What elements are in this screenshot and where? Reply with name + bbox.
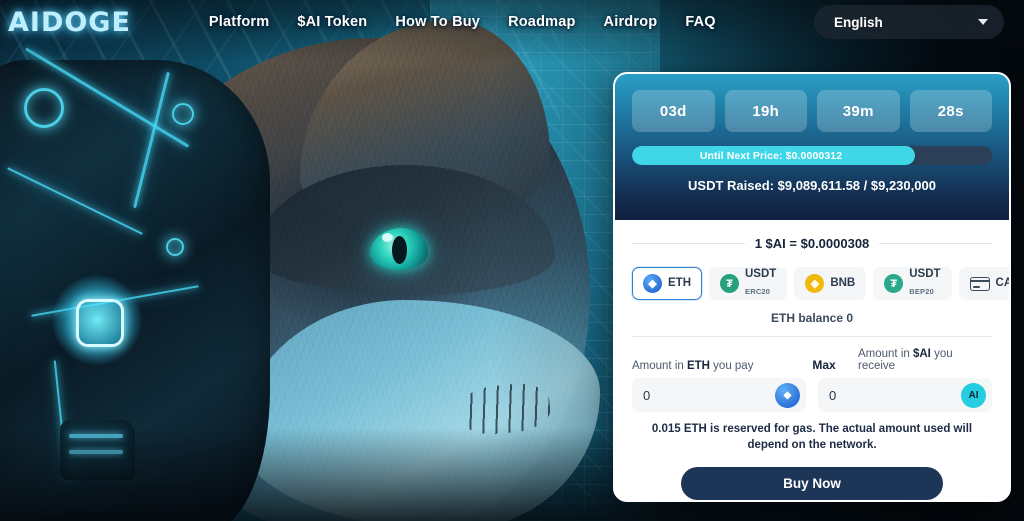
divider-right: [879, 243, 993, 244]
amount-inputs-row: ◆ AI: [632, 378, 992, 412]
pay-amount-input[interactable]: [643, 387, 775, 403]
nav-ai-token[interactable]: $AI Token: [297, 14, 367, 30]
nav-how-to-buy[interactable]: How To Buy: [395, 14, 480, 30]
payment-method-label: BNB: [830, 277, 856, 290]
section-divider: [632, 336, 992, 337]
usdt-raised-text: USDT Raised: $9,089,611.58 / $9,230,000: [688, 178, 936, 193]
eth-icon: ◆: [775, 382, 800, 408]
receive-amount-input[interactable]: [829, 387, 961, 403]
gas-reserve-note: 0.015 ETH is reserved for gas. The actua…: [651, 423, 973, 451]
nav-airdrop[interactable]: Airdrop: [604, 14, 658, 30]
payment-method-usdt-erc20[interactable]: ₮ USDT ERC20: [709, 267, 788, 300]
usdt-coin-icon: ₮: [884, 274, 904, 293]
pay-label-token: ETH: [686, 360, 710, 372]
presale-widget-body: 1 $AI = $0.0000308 ◆ ETH ₮ USDT ERC20 ◈: [615, 220, 1009, 500]
usdt-coin-icon: ₮: [720, 274, 739, 293]
nav-roadmap[interactable]: Roadmap: [508, 14, 575, 30]
receive-field-label: Amount in $AI you receive: [848, 348, 992, 372]
countdown-minutes: 39m: [817, 90, 900, 132]
max-button[interactable]: Max: [800, 358, 848, 372]
token-rate-text: 1 $AI = $0.0000308: [754, 236, 870, 251]
progress-bar-label: Until Next Price: $0.0000312: [699, 149, 843, 162]
payment-method-selector: ◆ ETH ₮ USDT ERC20 ◈ BNB ₮ USDT BEP20 CA: [632, 267, 1009, 300]
payment-method-eth[interactable]: ◆ ETH: [632, 267, 702, 300]
countdown-timer: 03d 19h 39m 28s: [632, 90, 992, 132]
payment-method-card[interactable]: CARD: [958, 267, 1011, 300]
pay-field-label: Amount in ETH you pay: [632, 360, 800, 372]
bnb-coin-icon: ◈: [805, 274, 825, 293]
nav-links: Platform $AI Token How To Buy Roadmap Ai…: [209, 14, 716, 30]
countdown-seconds: 28s: [909, 90, 992, 132]
pay-amount-field[interactable]: ◆: [632, 378, 806, 412]
top-navigation-bar: AIDOGE Platform $AI Token How To Buy Roa…: [0, 0, 1024, 44]
divider-left: [632, 243, 745, 244]
pay-label-suffix: you pay: [709, 360, 754, 372]
payment-method-label: CARD: [995, 277, 1011, 290]
countdown-hours: 19h: [724, 90, 807, 132]
token-rate-row: 1 $AI = $0.0000308: [632, 236, 993, 251]
presale-progress-bar: Until Next Price: $0.0000312: [632, 146, 992, 165]
payment-method-text: USDT BEP20: [909, 268, 940, 298]
presale-widget-header: 03d 19h 39m 28s Until Next Price: $0.000…: [615, 74, 1009, 220]
wallet-balance-text: ETH balance 0: [770, 311, 854, 325]
language-selector[interactable]: English: [814, 5, 1004, 39]
payment-method-label: USDT: [909, 268, 941, 281]
receive-label-token: $AI: [912, 348, 931, 360]
payment-method-sublabel: ERC20: [745, 286, 771, 296]
pay-label-prefix: Amount in: [632, 360, 687, 372]
language-selector-value: English: [834, 14, 883, 30]
nav-platform[interactable]: Platform: [209, 14, 269, 30]
receive-amount-field[interactable]: AI: [818, 378, 992, 412]
payment-method-label: ETH: [668, 277, 691, 290]
payment-method-bnb[interactable]: ◈ BNB: [794, 267, 867, 300]
payment-method-text: USDT ERC20: [745, 268, 776, 298]
nav-faq[interactable]: FAQ: [685, 14, 715, 30]
amount-labels-row: Amount in ETH you pay Max Amount in $AI …: [632, 348, 992, 372]
ai-token-icon: AI: [961, 382, 986, 408]
chevron-down-icon: [978, 19, 988, 25]
page-root: AIDOGE Platform $AI Token How To Buy Roa…: [0, 0, 1024, 521]
brand-logo[interactable]: AIDOGE: [8, 9, 131, 36]
buy-now-button[interactable]: Buy Now: [681, 466, 943, 500]
countdown-days: 03d: [632, 90, 715, 132]
payment-method-label: USDT: [745, 268, 777, 281]
receive-label-prefix: Amount in: [858, 348, 913, 360]
presale-widget: 03d 19h 39m 28s Until Next Price: $0.000…: [613, 72, 1011, 502]
eth-coin-icon: ◆: [643, 274, 662, 293]
payment-method-sublabel: BEP20: [909, 286, 934, 296]
payment-method-usdt-bep20[interactable]: ₮ USDT BEP20: [873, 267, 952, 300]
credit-card-icon: [969, 276, 990, 291]
